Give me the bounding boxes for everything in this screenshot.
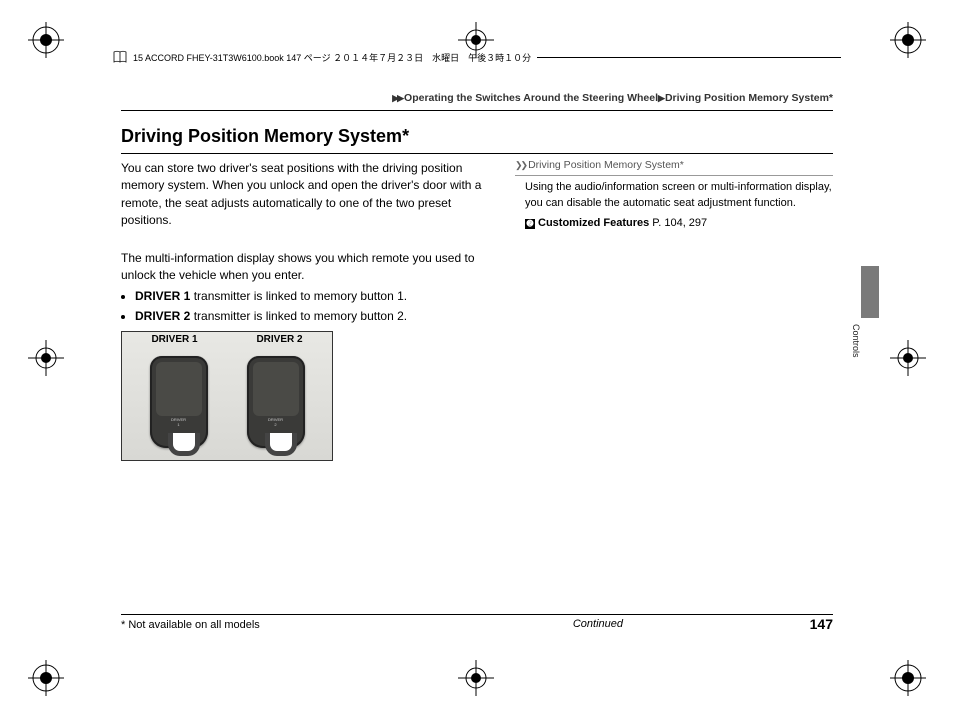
remote-key-icon: DRIVER2 [247,356,305,448]
remote-transmitter-figure: DRIVER 1 DRIVER 2 DRIVER1 DRIVER2 [121,331,333,461]
crop-mark-icon [890,660,926,696]
remote1-badge-line2: 1 [177,422,179,427]
crop-mark-icon [28,660,64,696]
main-body-column: You can store two driver's seat position… [121,160,496,461]
crop-mark-icon [28,340,64,376]
sidebar-chevron-icon: ❯❯ [515,159,526,172]
driver2-text: transmitter is linked to memory button 2… [190,309,407,323]
sidebar-heading: ❯❯Driving Position Memory System* [515,158,833,176]
reference-icon: ➋ [525,219,535,229]
page-number: 147 [810,616,833,632]
breadcrumb: ▶▶Operating the Switches Around the Stee… [392,92,833,104]
sidebar-heading-text: Driving Position Memory System* [528,159,684,171]
remote-key-icon: DRIVER1 [150,356,208,448]
list-item: DRIVER 1 transmitter is linked to memory… [135,288,496,305]
reference-pages: P. 104, 297 [649,217,707,229]
sidebar-info-column: ❯❯Driving Position Memory System* Using … [515,158,833,232]
list-item: DRIVER 2 transmitter is linked to memory… [135,308,496,325]
crop-mark-icon [890,340,926,376]
body-paragraph-1: You can store two driver's seat position… [121,160,496,230]
source-file-header: 15 ACCORD FHEY-31T3W6100.book 147 ページ ２０… [113,50,841,64]
body-bullet-list: DRIVER 1 transmitter is linked to memory… [135,288,496,325]
title-rule [121,153,833,154]
breadcrumb-sep-icon: ▶ [658,93,663,103]
driver2-bold: DRIVER 2 [135,309,190,323]
body-paragraph-2: The multi-information display shows you … [121,250,496,285]
page-title: Driving Position Memory System* [121,126,409,147]
breadcrumb-arrows-icon: ▶▶ [392,93,402,103]
book-icon [113,50,127,64]
header-rule [121,110,833,111]
page-canvas: 15 ACCORD FHEY-31T3W6100.book 147 ページ ２０… [75,40,879,678]
breadcrumb-section-1: Operating the Switches Around the Steeri… [404,92,658,104]
crop-mark-icon [28,22,64,58]
source-file-text: 15 ACCORD FHEY-31T3W6100.book 147 ページ ２０… [133,51,531,64]
sidebar-text: Using the audio/information screen or mu… [525,180,833,212]
figure-label-driver1: DRIVER 1 [122,332,227,348]
sidebar-cross-reference: ➋Customized Features P. 104, 297 [525,216,833,232]
thumb-tab [861,266,879,318]
driver1-bold: DRIVER 1 [135,289,190,303]
breadcrumb-section-2: Driving Position Memory System* [665,92,833,104]
thumb-tab-label: Controls [849,324,861,358]
crop-mark-icon [890,22,926,58]
remote2-badge-line2: 2 [274,422,276,427]
driver1-text: transmitter is linked to memory button 1… [190,289,407,303]
page-footer: * Not available on all models Continued … [121,614,833,636]
figure-label-driver2: DRIVER 2 [227,332,332,348]
reference-title: Customized Features [538,217,649,229]
footnote-text: * Not available on all models [121,619,260,631]
continued-label: Continued [573,618,623,630]
